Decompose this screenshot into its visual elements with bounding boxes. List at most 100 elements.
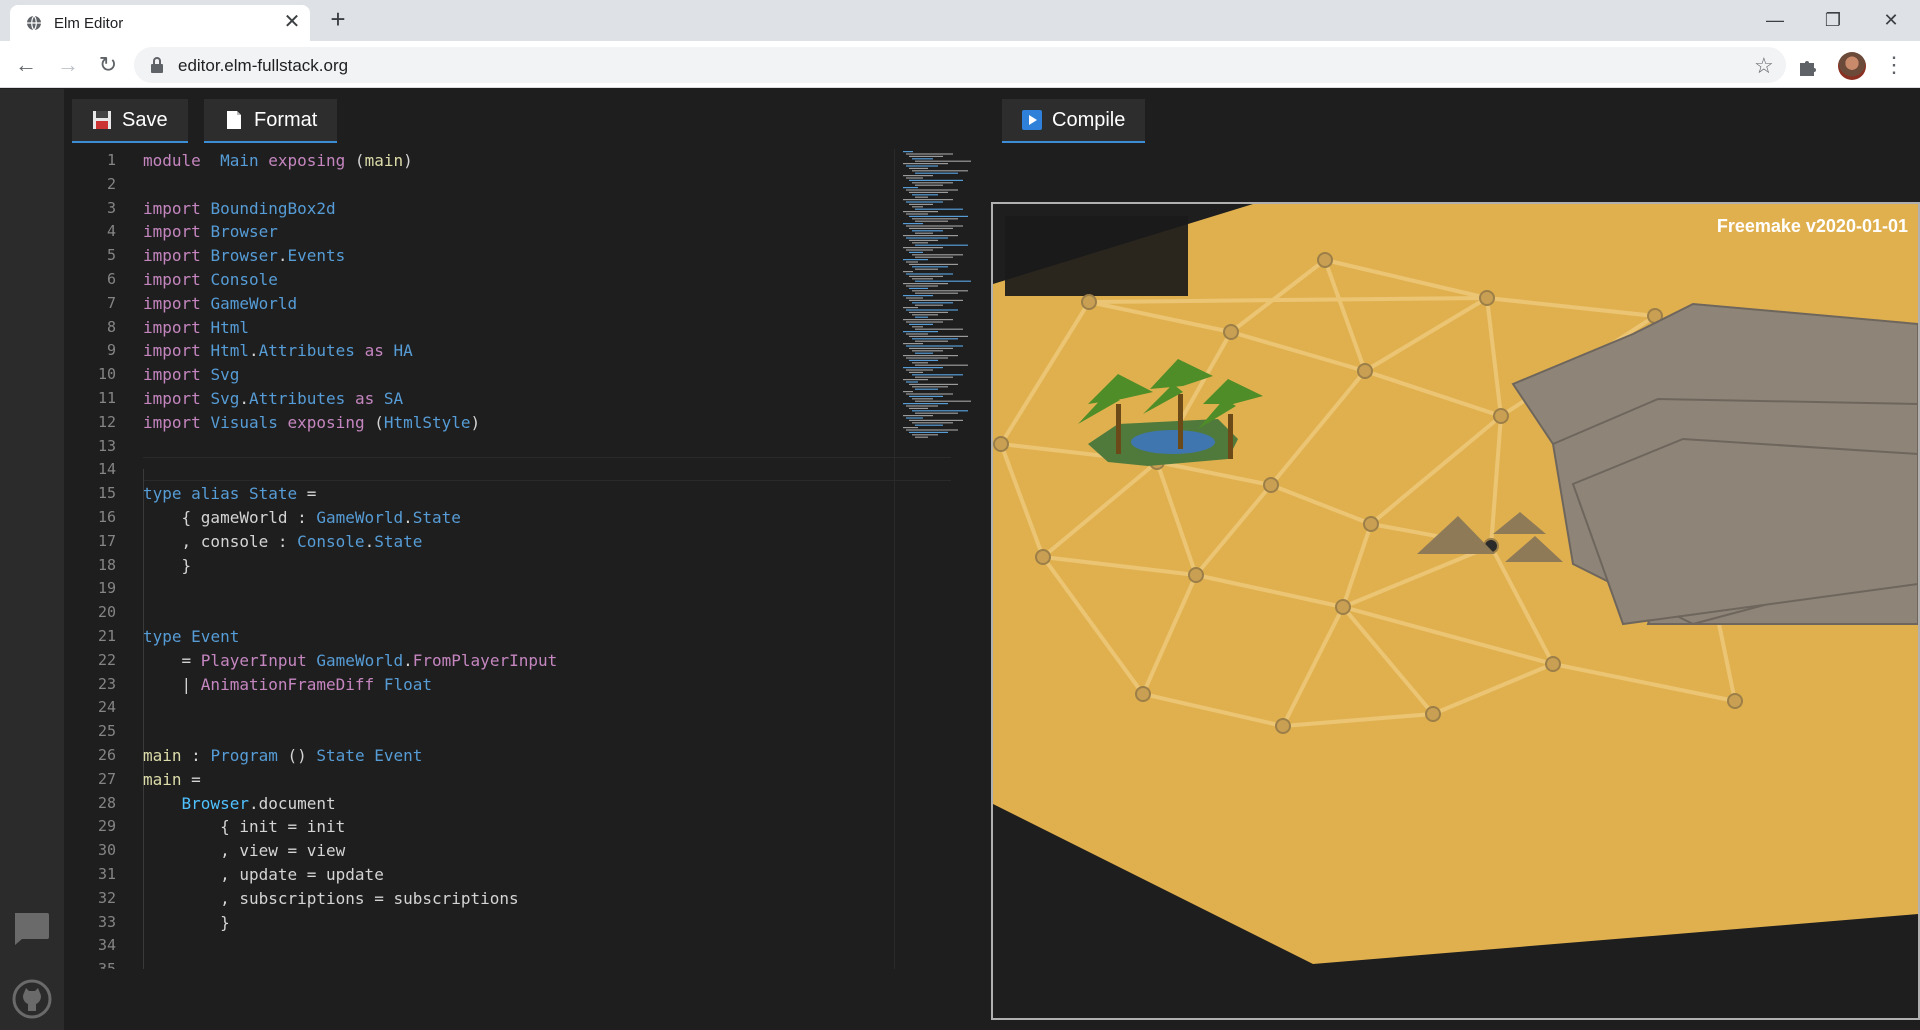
github-icon[interactable] (12, 979, 52, 1019)
minimap-line (909, 335, 968, 337)
code-token: as (354, 388, 375, 408)
code-line[interactable]: } (143, 911, 943, 935)
minimap-line (903, 211, 938, 213)
reload-icon[interactable]: ↻ (92, 49, 124, 81)
minimap-line (909, 203, 933, 205)
new-tab-button[interactable]: + (324, 5, 352, 33)
code-line[interactable]: { init = init (143, 815, 943, 839)
code-line[interactable]: import Visuals exposing (HtmlStyle) (143, 411, 943, 435)
code-line[interactable]: { gameWorld : GameWorld.State (143, 506, 943, 530)
code-line[interactable]: import BoundingBox2d (143, 197, 943, 221)
code-token: Event (191, 626, 240, 646)
code-line[interactable] (143, 601, 943, 625)
code-line[interactable]: = PlayerInput GameWorld.FromPlayerInput (143, 649, 943, 673)
code-token: main (143, 769, 182, 789)
minimap-line (912, 338, 958, 340)
floppy-disk-icon (93, 111, 111, 129)
minimap-line (903, 415, 933, 417)
code-line[interactable]: import Html.Attributes as HA (143, 339, 943, 363)
code-line[interactable] (143, 696, 943, 720)
minimap-line (915, 184, 943, 186)
minimap[interactable] (894, 149, 974, 969)
code-token: State (316, 745, 365, 765)
code-line[interactable]: type Event (143, 625, 943, 649)
close-tab-icon[interactable]: ✕ (282, 12, 302, 32)
code-editor[interactable]: 1 2 3 4 5 6 7 8 9 10 11 12 13 14 15 16 17 18 19 20 21 22 23 24 2… (64, 149, 974, 969)
code-token: Events (287, 246, 346, 266)
code-line[interactable]: import Html (143, 316, 943, 340)
code-line[interactable] (143, 173, 943, 197)
mesh-node (1081, 294, 1097, 310)
extensions-puzzle-icon[interactable] (1796, 55, 1820, 79)
minimap-line (903, 235, 958, 237)
bookmark-star-icon[interactable]: ☆ (1754, 53, 1774, 79)
code-line[interactable] (143, 458, 943, 482)
code-line[interactable]: main : Program () State Event (143, 744, 943, 768)
code-line[interactable] (143, 577, 943, 601)
minimap-line (903, 307, 918, 309)
code-line[interactable]: import Console (143, 268, 943, 292)
forward-icon[interactable]: → (52, 49, 84, 81)
line-number: 27 (97, 769, 116, 788)
minimap-line (906, 261, 918, 263)
code-token: . (364, 531, 375, 551)
minimap-line (906, 273, 953, 275)
code-line[interactable]: import Svg.Attributes as SA (143, 387, 943, 411)
format-button[interactable]: Format (204, 99, 338, 143)
code-token: import (143, 341, 201, 361)
code-line[interactable]: import Svg (143, 363, 943, 387)
save-button[interactable]: Save (72, 99, 188, 143)
back-icon[interactable]: ← (10, 49, 42, 81)
code-line[interactable]: import Browser (143, 220, 943, 244)
mesh-node (1335, 599, 1351, 615)
minimap-line (912, 422, 953, 424)
browser-tabstrip: Elm Editor ✕ + — ❐ ✕ (0, 0, 1920, 41)
code-line[interactable]: | AnimationFrameDiff Float (143, 673, 943, 697)
code-line[interactable]: , view = view (143, 839, 943, 863)
code-line[interactable]: module Main exposing (main) (143, 149, 943, 173)
code-line[interactable]: Browser.document (143, 792, 943, 816)
code-line[interactable]: type alias State = (143, 482, 943, 506)
code-line[interactable] (143, 958, 943, 969)
minimap-line (906, 309, 958, 311)
close-window-icon[interactable]: ✕ (1868, 4, 1914, 36)
game-view[interactable]: Freemake v2020-01-01 (991, 202, 1920, 1020)
code-line[interactable] (143, 435, 943, 459)
restore-icon[interactable]: ❐ (1810, 4, 1856, 36)
code-line[interactable]: , subscriptions = subscriptions (143, 887, 943, 911)
code-line[interactable]: } (143, 554, 943, 578)
code-line[interactable]: import Browser.Events (143, 244, 943, 268)
minimap-line (909, 395, 943, 397)
browser-menu-icon[interactable]: ⋮ (1878, 49, 1910, 81)
avatar[interactable] (1838, 52, 1866, 80)
code-token: as (364, 341, 384, 361)
mesh-node (1479, 290, 1495, 306)
browser-tab[interactable]: Elm Editor ✕ (10, 5, 310, 41)
code-line[interactable]: import GameWorld (143, 292, 943, 316)
minimap-line (906, 189, 958, 191)
code-token: () (277, 745, 317, 765)
minimap-line (912, 266, 948, 268)
game-world-canvas[interactable]: Freemake v2020-01-01 (993, 204, 1918, 1018)
code-line[interactable]: , console : Console.State (143, 530, 943, 554)
code-line[interactable]: main = (143, 768, 943, 792)
minimap-line (906, 417, 923, 419)
line-number: 19 (97, 579, 116, 598)
minimap-line (915, 316, 928, 318)
code-line[interactable] (143, 720, 943, 744)
address-bar[interactable]: editor.elm-fullstack.org ☆ (134, 47, 1786, 83)
code-token: Svg (210, 365, 240, 385)
code-token: GameWorld (210, 293, 298, 313)
code-content[interactable]: module Main exposing (main) import Boundi… (143, 149, 943, 969)
code-line[interactable] (143, 934, 943, 958)
code-token: State (412, 507, 461, 527)
document-icon (227, 111, 241, 129)
minimap-line (906, 381, 918, 383)
minimize-icon[interactable]: — (1752, 4, 1798, 36)
code-line[interactable]: , update = update (143, 863, 943, 887)
chat-icon[interactable] (12, 911, 50, 947)
minimap-line (912, 374, 963, 376)
compile-button[interactable]: Compile (1002, 99, 1146, 143)
line-number: 17 (97, 531, 116, 550)
